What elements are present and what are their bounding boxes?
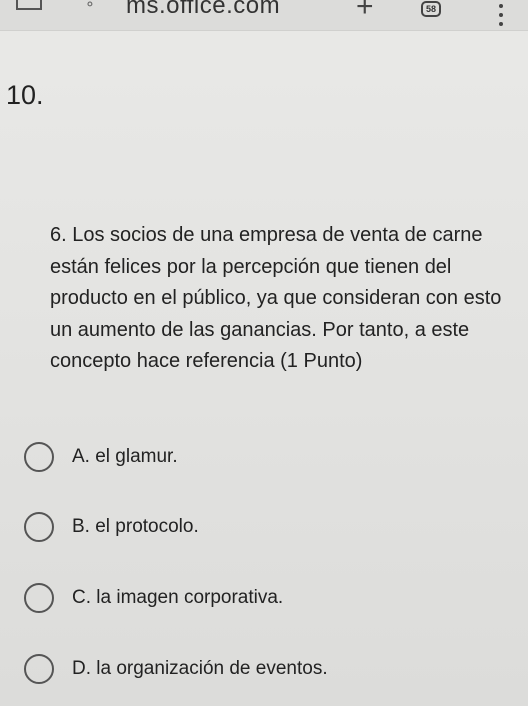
radio-button[interactable] (24, 583, 54, 613)
option-c[interactable]: C. la imagen corporativa. (24, 578, 504, 618)
address-bar[interactable]: ms.office.com (126, 0, 280, 20)
option-label: D. la organización de eventos. (72, 658, 328, 679)
option-label: A. el glamur. (72, 446, 178, 467)
question-text: 6. Los socios de una empresa de venta de… (50, 224, 502, 372)
option-a[interactable]: A. el glamur. (24, 437, 504, 477)
question-number: 10. (6, 80, 44, 110)
new-tab-icon[interactable]: + (356, 0, 374, 24)
tab-switcher-icon[interactable]: 58 (421, 1, 441, 17)
radio-button[interactable] (24, 512, 54, 542)
option-label: B. el protocolo. (72, 516, 199, 537)
site-info-icon[interactable]: ⚬ (84, 0, 96, 13)
radio-button[interactable] (24, 442, 54, 472)
option-d[interactable]: D. la organización de eventos. (24, 649, 504, 689)
option-label: C. la imagen corporativa. (72, 587, 284, 608)
home-icon[interactable] (16, 0, 42, 10)
option-b[interactable]: B. el protocolo. (24, 507, 504, 547)
radio-button[interactable] (24, 654, 54, 684)
more-menu-icon[interactable] (498, 4, 504, 26)
browser-toolbar: ⚬ ms.office.com + 58 (0, 0, 528, 31)
